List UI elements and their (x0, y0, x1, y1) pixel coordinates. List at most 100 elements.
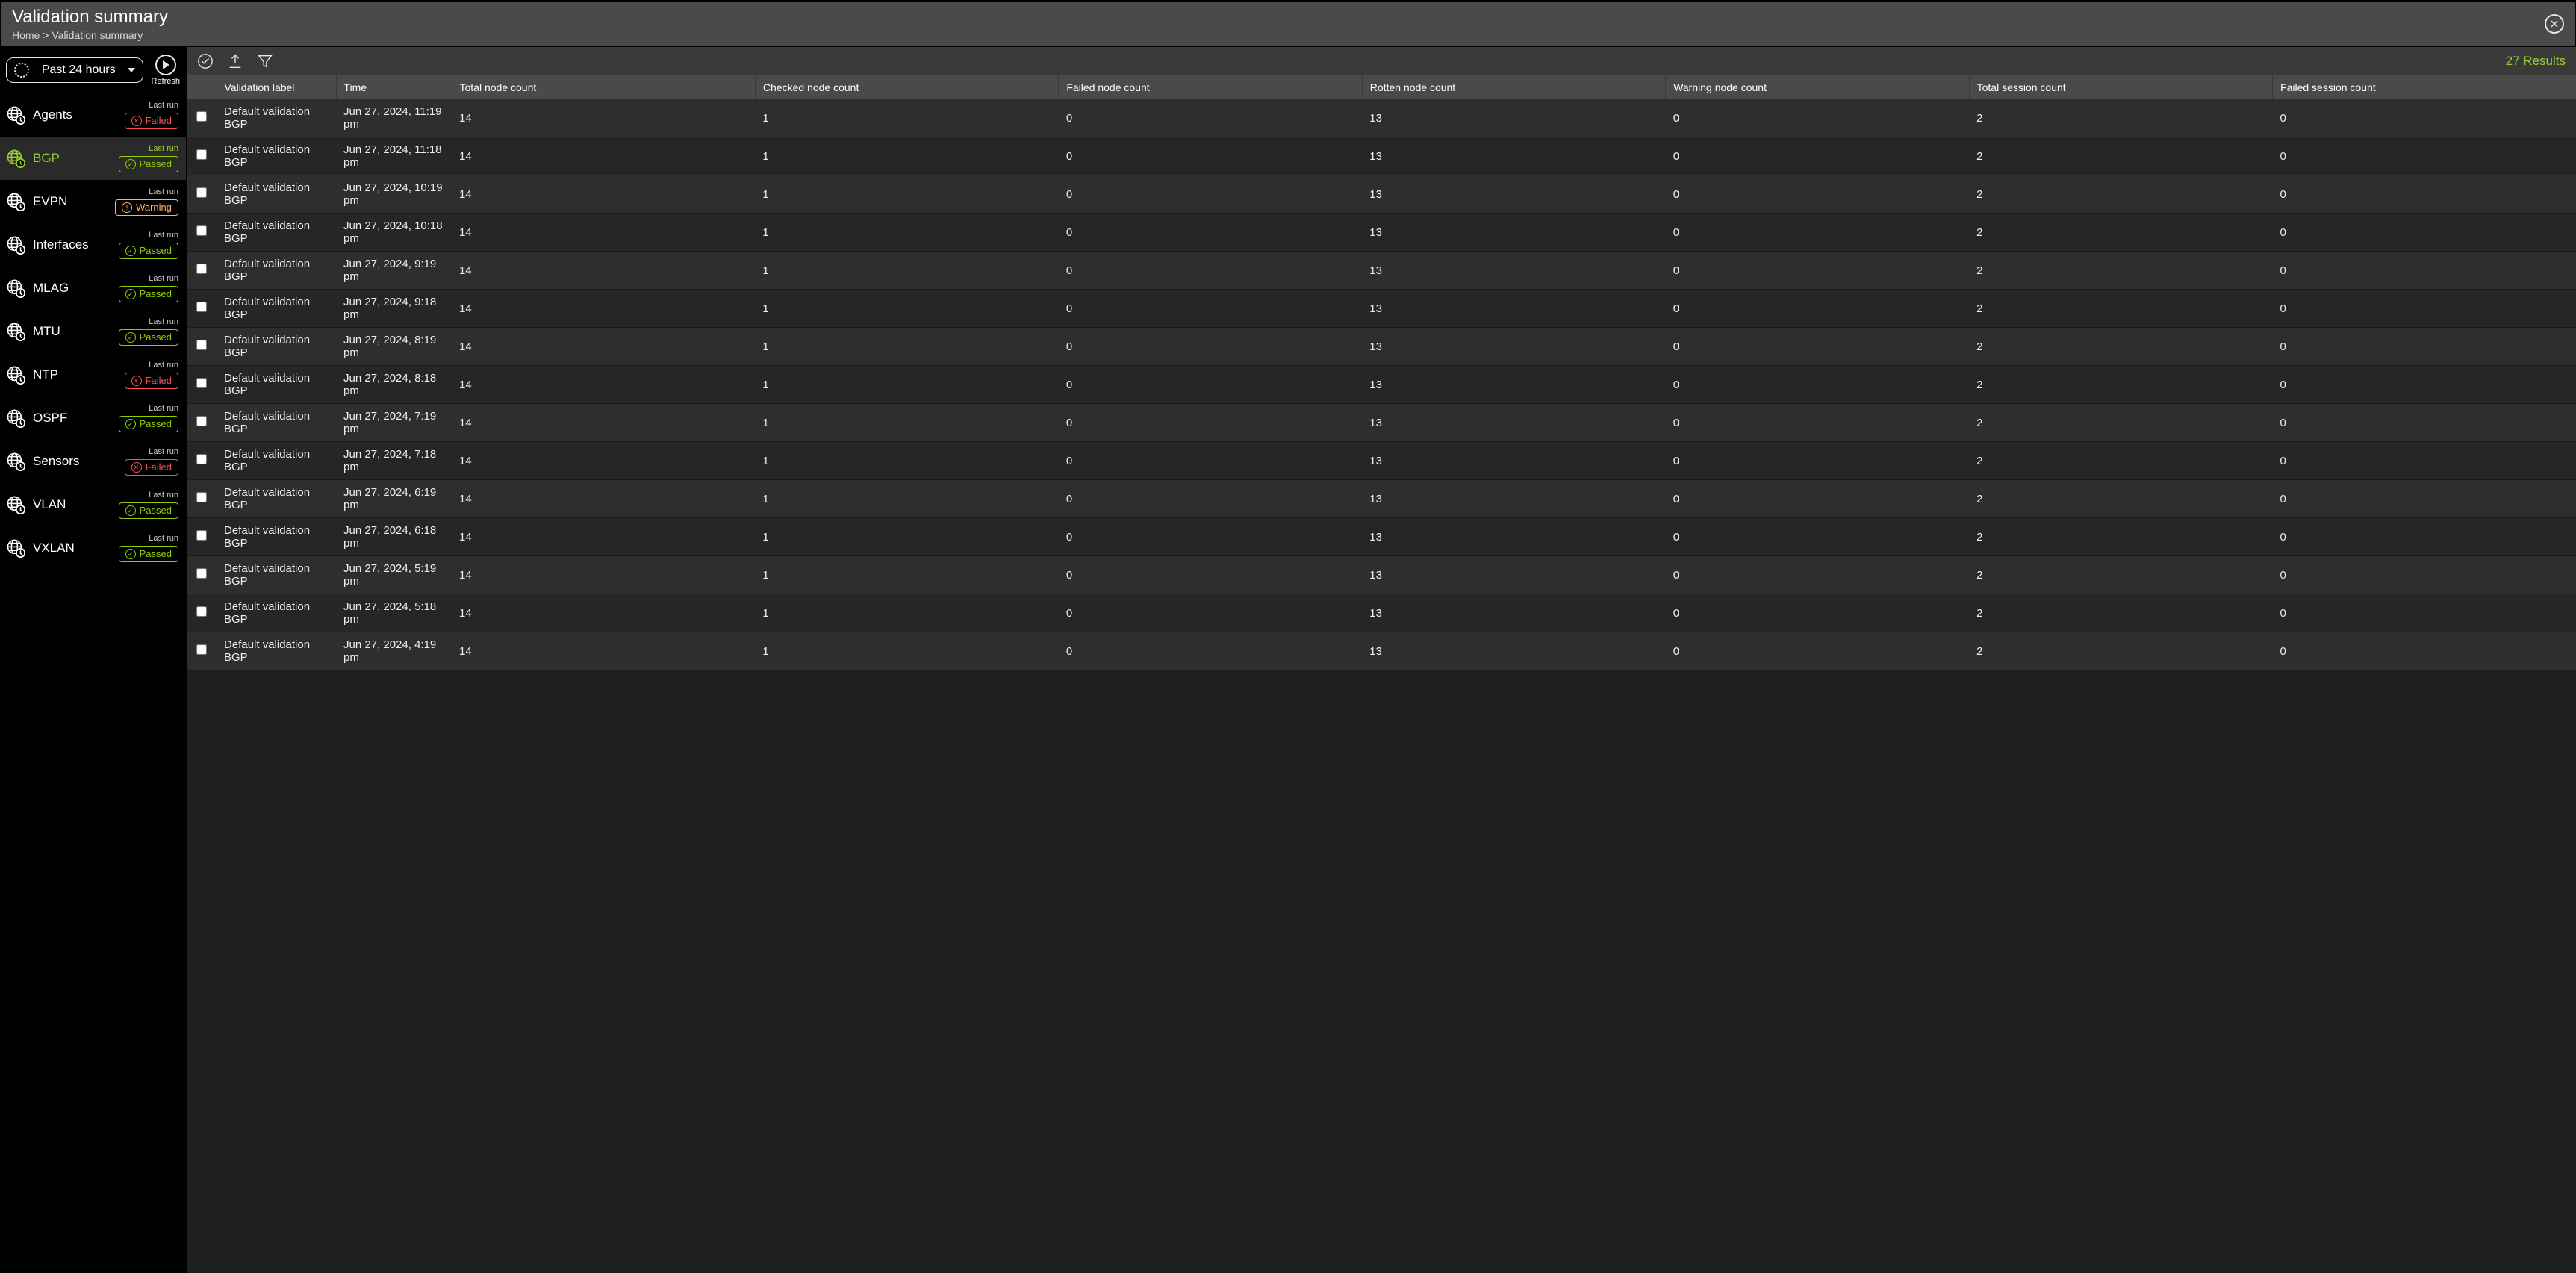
table-row[interactable]: Default validation BGPJun 27, 2024, 11:1… (187, 99, 2576, 137)
sidebar-item-label: OSPF (33, 411, 67, 426)
cell-failed: 0 (1059, 328, 1362, 366)
cell-label: Default validation BGP (217, 632, 336, 670)
close-icon (2551, 20, 2558, 28)
globe-icon (6, 235, 25, 255)
row-checkbox[interactable] (196, 644, 207, 655)
col-header[interactable]: Warning node count (1666, 75, 1969, 99)
col-header[interactable]: Rotten node count (1362, 75, 1665, 99)
close-button[interactable] (2545, 14, 2564, 34)
table-row[interactable]: Default validation BGPJun 27, 2024, 6:18… (187, 518, 2576, 556)
row-checkbox[interactable] (196, 302, 207, 312)
cell-checked: 1 (755, 175, 1058, 214)
cell-failed: 0 (1059, 404, 1362, 442)
page-title: Validation summary (12, 7, 168, 28)
table-row[interactable]: Default validation BGPJun 27, 2024, 7:18… (187, 442, 2576, 480)
sidebar-item-agents[interactable]: AgentsLast run✕Failed (0, 93, 186, 137)
col-header[interactable]: Checked node count (755, 75, 1058, 99)
table-scroll[interactable]: Validation labelTimeTotal node countChec… (187, 75, 2576, 1273)
status-badge: ✕Failed (125, 113, 178, 129)
row-checkbox[interactable] (196, 225, 207, 236)
sidebar-item-sensors[interactable]: SensorsLast run✕Failed (0, 440, 186, 483)
cell-checked: 1 (755, 137, 1058, 175)
sidebar-item-mtu[interactable]: MTULast run✓Passed (0, 310, 186, 353)
sidebar-item-mlag[interactable]: MLAGLast run✓Passed (0, 267, 186, 310)
table-row[interactable]: Default validation BGPJun 27, 2024, 5:19… (187, 556, 2576, 594)
time-range-select[interactable]: Past 24 hours (6, 57, 143, 83)
passed-icon: ✓ (125, 505, 136, 516)
col-header[interactable]: Time (336, 75, 452, 99)
cell-tsess: 2 (1969, 442, 2272, 480)
failed-icon: ✕ (131, 462, 142, 473)
table-row[interactable]: Default validation BGPJun 27, 2024, 10:1… (187, 175, 2576, 214)
row-checkbox-cell (187, 442, 217, 480)
row-checkbox[interactable] (196, 378, 207, 388)
sidebar-item-bgp[interactable]: BGPLast run✓Passed (0, 137, 186, 180)
sidebar-item-vxlan[interactable]: VXLANLast run✓Passed (0, 526, 186, 570)
sidebar-item-ntp[interactable]: NTPLast run✕Failed (0, 353, 186, 396)
row-checkbox[interactable] (196, 187, 207, 198)
table-row[interactable]: Default validation BGPJun 27, 2024, 10:1… (187, 214, 2576, 252)
row-checkbox[interactable] (196, 149, 207, 160)
table-row[interactable]: Default validation BGPJun 27, 2024, 9:19… (187, 252, 2576, 290)
table-header-row: Validation labelTimeTotal node countChec… (187, 75, 2576, 99)
col-header[interactable]: Validation label (217, 75, 336, 99)
breadcrumb-home[interactable]: Home (12, 29, 40, 41)
refresh-label: Refresh (151, 77, 180, 86)
sidebar-item-label: Sensors (33, 454, 79, 469)
table-row[interactable]: Default validation BGPJun 27, 2024, 7:19… (187, 404, 2576, 442)
row-checkbox[interactable] (196, 492, 207, 502)
col-header[interactable]: Failed session count (2273, 75, 2576, 99)
cell-total: 14 (452, 328, 755, 366)
sidebar-item-ospf[interactable]: OSPFLast run✓Passed (0, 396, 186, 440)
sidebar-item-evpn[interactable]: EVPNLast run!Warning (0, 180, 186, 223)
cell-warning: 0 (1666, 594, 1969, 632)
cell-checked: 1 (755, 556, 1058, 594)
cell-total: 14 (452, 442, 755, 480)
table-row[interactable]: Default validation BGPJun 27, 2024, 5:18… (187, 594, 2576, 632)
cell-time: Jun 27, 2024, 4:19 pm (336, 632, 452, 670)
refresh-button[interactable]: Refresh (151, 55, 180, 86)
row-checkbox[interactable] (196, 530, 207, 541)
cell-tsess: 2 (1969, 252, 2272, 290)
approve-all-button[interactable] (197, 53, 214, 69)
cell-time: Jun 27, 2024, 8:18 pm (336, 366, 452, 404)
row-checkbox[interactable] (196, 340, 207, 350)
sidebar-item-interfaces[interactable]: InterfacesLast run✓Passed (0, 223, 186, 267)
table-row[interactable]: Default validation BGPJun 27, 2024, 8:18… (187, 366, 2576, 404)
table-row[interactable]: Default validation BGPJun 27, 2024, 11:1… (187, 137, 2576, 175)
cell-rotten: 13 (1362, 137, 1665, 175)
lastrun-label: Last run (149, 534, 178, 543)
table-row[interactable]: Default validation BGPJun 27, 2024, 4:19… (187, 632, 2576, 670)
cell-failed: 0 (1059, 252, 1362, 290)
cell-label: Default validation BGP (217, 442, 336, 480)
row-checkbox[interactable] (196, 606, 207, 617)
table-row[interactable]: Default validation BGPJun 27, 2024, 6:19… (187, 480, 2576, 518)
cell-total: 14 (452, 175, 755, 214)
cell-tsess: 2 (1969, 290, 2272, 328)
cell-time: Jun 27, 2024, 7:19 pm (336, 404, 452, 442)
col-header[interactable]: Total session count (1969, 75, 2272, 99)
cell-failed: 0 (1059, 632, 1362, 670)
cell-total: 14 (452, 632, 755, 670)
row-checkbox[interactable] (196, 454, 207, 464)
export-button[interactable] (227, 53, 243, 69)
failed-icon: ✕ (131, 376, 142, 386)
row-checkbox[interactable] (196, 416, 207, 426)
row-checkbox[interactable] (196, 111, 207, 122)
sidebar-item-label: Interfaces (33, 237, 89, 252)
sidebar-item-label: NTP (33, 367, 58, 382)
sidebar-item-vlan[interactable]: VLANLast run✓Passed (0, 483, 186, 526)
globe-icon (6, 495, 25, 514)
sidebar-item-label: VXLAN (33, 541, 75, 555)
row-checkbox[interactable] (196, 568, 207, 579)
col-header[interactable]: Total node count (452, 75, 755, 99)
row-checkbox[interactable] (196, 264, 207, 274)
table-row[interactable]: Default validation BGPJun 27, 2024, 8:19… (187, 328, 2576, 366)
cell-tsess: 2 (1969, 366, 2272, 404)
cell-fsess: 0 (2273, 594, 2576, 632)
col-header[interactable]: Failed node count (1059, 75, 1362, 99)
cell-total: 14 (452, 556, 755, 594)
table-row[interactable]: Default validation BGPJun 27, 2024, 9:18… (187, 290, 2576, 328)
filter-button[interactable] (257, 53, 273, 69)
status-badge-label: Failed (146, 115, 172, 127)
